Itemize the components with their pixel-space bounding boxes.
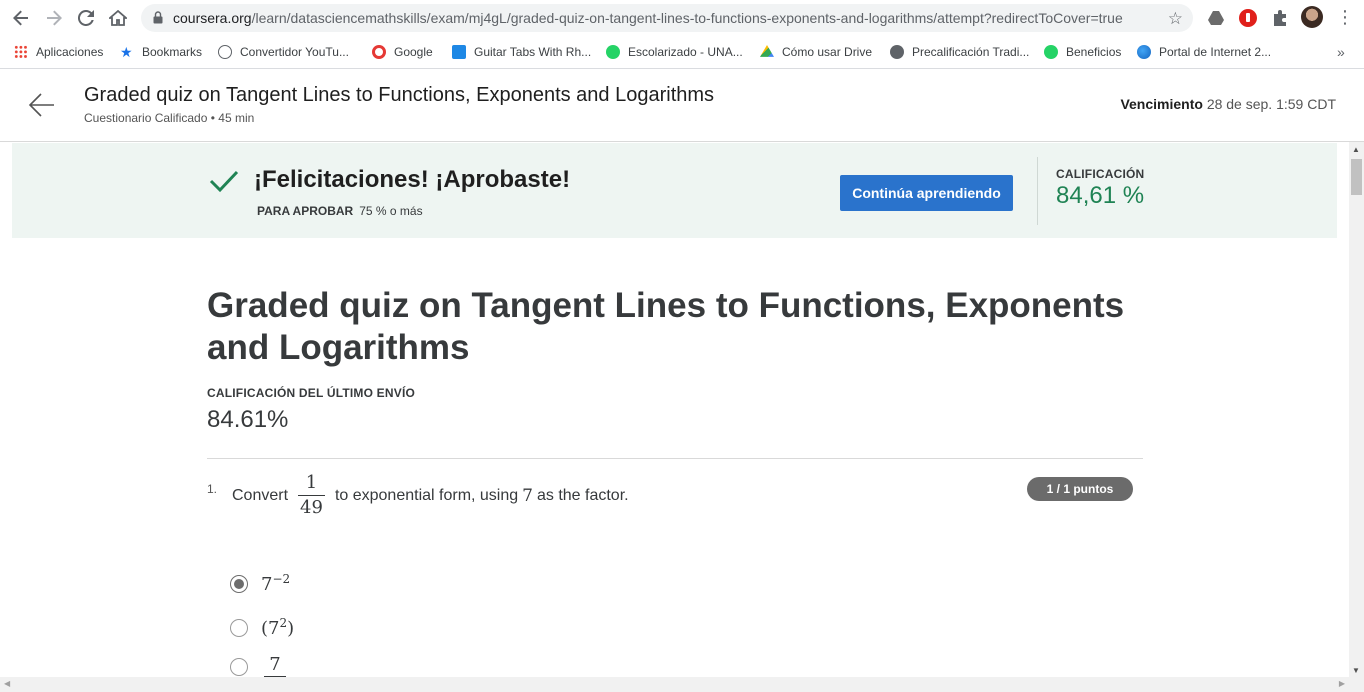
last-submission-grade: 84.61%	[207, 406, 289, 433]
radio-unselected[interactable]	[230, 657, 248, 676]
drive-icon	[760, 45, 774, 57]
question-text-part: as the factor.	[536, 486, 629, 504]
option-label: (72)	[261, 616, 295, 639]
checkmark-icon	[209, 170, 239, 193]
bookmark-label: Convertidor YouTu...	[240, 45, 349, 59]
apps-grid-icon	[14, 45, 28, 59]
bookmark-label: Portal de Internet 2...	[1159, 45, 1272, 59]
more-bookmarks-icon[interactable]: »	[1337, 41, 1345, 63]
bookmark-label: Beneficios	[1066, 45, 1122, 59]
bookmark-item[interactable]: ★ Bookmarks	[120, 41, 202, 63]
bookmark-item[interactable]: Google	[372, 41, 433, 63]
header-subtitle: Cuestionario Calificado • 45 min	[84, 111, 255, 125]
converter-icon	[218, 45, 232, 59]
bookmark-label: Escolarizado - UNA...	[628, 45, 743, 59]
pass-value: 75 % o más	[359, 204, 423, 218]
grade-label: CALIFICACIÓN	[1056, 167, 1145, 181]
url-text: coursera.org/learn/datasciencemathskills…	[173, 10, 1123, 26]
bookmark-label: Bookmarks	[142, 45, 203, 59]
option-label: 7	[264, 656, 286, 677]
address-bar[interactable]: coursera.org/learn/datasciencemathskills…	[141, 4, 1193, 32]
answer-option[interactable]: 7	[230, 656, 286, 677]
pass-label: PARA APROBAR	[257, 204, 354, 218]
question-text: Convert 1 49 to exponential form, using …	[232, 473, 629, 518]
scroll-left-icon[interactable]: ◀	[4, 679, 10, 688]
bookmark-label: Google	[394, 45, 433, 59]
bookmark-label: Precalificación Tradi...	[912, 45, 1030, 59]
scrollbar-thumb[interactable]	[1351, 159, 1362, 195]
drive-extension-icon[interactable]	[1206, 8, 1226, 28]
browser-menu-icon[interactable]: ⋮	[1336, 6, 1354, 30]
bookmark-star-icon[interactable]: ☆	[1168, 9, 1183, 29]
scroll-right-icon[interactable]: ▶	[1339, 679, 1345, 688]
result-banner: ¡Felicitaciones! ¡Aprobaste! PARA APROBA…	[12, 143, 1337, 238]
tabs-icon	[452, 45, 466, 59]
bookmark-label: Aplicaciones	[36, 45, 104, 59]
fraction-numerator: 1	[305, 472, 318, 493]
bookmark-label: Guitar Tabs With Rh...	[474, 45, 592, 59]
back-nav-icon[interactable]	[9, 6, 33, 30]
opera-icon	[372, 45, 386, 59]
option-label: 7−2	[261, 572, 291, 595]
fraction-bar	[298, 495, 325, 496]
question-text-part: to exponential form, using	[334, 486, 519, 504]
due-date: Vencimiento 28 de sep. 1:59 CDT	[1120, 96, 1336, 112]
radio-unselected[interactable]	[230, 618, 248, 637]
extensions-puzzle-icon[interactable]	[1270, 8, 1290, 28]
back-arrow-icon[interactable]	[28, 91, 56, 119]
bookmark-item[interactable]: Guitar Tabs With Rh...	[452, 41, 591, 63]
bookmark-item[interactable]: Convertidor YouTu...	[218, 41, 349, 63]
radio-selected[interactable]	[230, 574, 248, 593]
answer-option[interactable]: 7−2	[230, 572, 290, 595]
profile-avatar[interactable]	[1301, 6, 1323, 28]
horizontal-scrollbar[interactable]: ◀ ▶	[0, 677, 1364, 692]
question-text-part: Convert	[232, 486, 289, 504]
bookmark-label: Cómo usar Drive	[782, 45, 873, 59]
scroll-up-icon[interactable]: ▲	[1352, 145, 1360, 154]
question-number: 1.	[207, 482, 218, 496]
browser-toolbar: coursera.org/learn/datasciencemathskills…	[0, 0, 1364, 36]
answer-option[interactable]: (72)	[230, 616, 294, 639]
star-icon: ★	[120, 44, 133, 60]
main-content: ¡Felicitaciones! ¡Aprobaste! PARA APROBA…	[0, 142, 1349, 677]
reload-icon[interactable]	[74, 6, 98, 30]
section-divider	[207, 458, 1143, 459]
due-value: 28 de sep. 1:59 CDT	[1206, 96, 1336, 112]
grade-value: 84,61 %	[1056, 182, 1145, 209]
page-header: Graded quiz on Tangent Lines to Function…	[0, 69, 1364, 142]
vertical-scrollbar[interactable]: ▲ ▼	[1349, 142, 1364, 677]
fraction-denominator: 49	[300, 497, 323, 518]
whatsapp-icon	[606, 45, 620, 59]
bookmark-item[interactable]: Precalificación Tradi...	[890, 41, 1029, 63]
home-icon[interactable]	[106, 6, 130, 30]
earth-icon	[1137, 45, 1151, 59]
globe-icon	[890, 45, 904, 59]
quiz-title: Graded quiz on Tangent Lines to Function…	[207, 286, 1125, 367]
whatsapp-icon	[1044, 45, 1058, 59]
question-fraction: 1 49	[298, 473, 325, 518]
header-title: Graded quiz on Tangent Lines to Function…	[84, 84, 715, 106]
bookmark-item[interactable]: Beneficios	[1044, 41, 1121, 63]
bookmark-item[interactable]: Aplicaciones	[14, 41, 103, 63]
lock-icon	[153, 11, 163, 24]
option-fraction-numerator: 7	[269, 654, 281, 675]
bookmark-item[interactable]: Cómo usar Drive	[760, 41, 872, 63]
banner-divider	[1037, 157, 1038, 225]
due-label: Vencimiento	[1120, 96, 1203, 112]
adblock-extension-icon[interactable]	[1238, 8, 1258, 28]
scroll-down-icon[interactable]: ▼	[1352, 666, 1360, 675]
pass-requirement: PARA APROBAR 75 % o más	[257, 204, 423, 218]
points-badge: 1 / 1 puntos	[1027, 477, 1133, 501]
bookmarks-bar: Aplicaciones ★ Bookmarks Convertidor You…	[0, 36, 1364, 69]
continue-learning-button[interactable]: Continúa aprendiendo	[840, 175, 1013, 211]
question-factor: 7	[522, 485, 533, 506]
bookmark-item[interactable]: Portal de Internet 2...	[1137, 41, 1271, 63]
forward-nav-icon[interactable]	[42, 6, 66, 30]
bookmark-item[interactable]: Escolarizado - UNA...	[606, 41, 743, 63]
banner-title: ¡Felicitaciones! ¡Aprobaste!	[254, 166, 571, 193]
last-submission-label: CALIFICACIÓN DEL ÚLTIMO ENVÍO	[207, 386, 416, 400]
